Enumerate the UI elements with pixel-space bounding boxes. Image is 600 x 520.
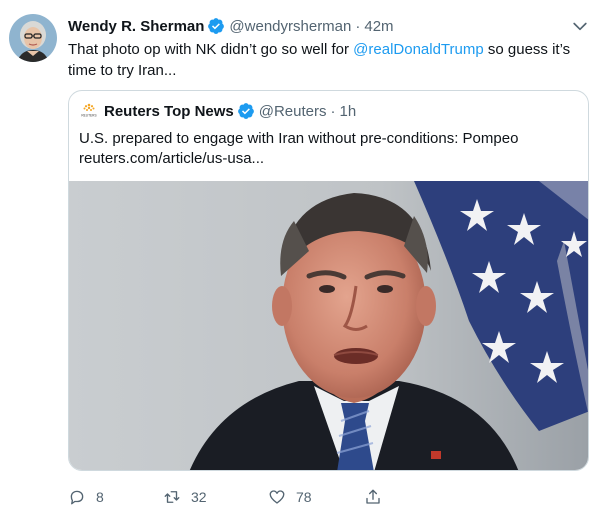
- retweet-button[interactable]: 32: [163, 486, 207, 508]
- retweet-count: 32: [191, 489, 207, 505]
- news-photo[interactable]: [69, 181, 589, 471]
- tweet-header: Wendy R. Sherman @wendyrsherman · 42m: [68, 16, 394, 36]
- quoted-tweet[interactable]: REUTERS Reuters Top News @Reuters · 1h U…: [68, 90, 589, 471]
- quoted-author-handle[interactable]: @Reuters: [259, 103, 327, 120]
- quoted-author-name[interactable]: Reuters Top News: [104, 103, 234, 120]
- logo-text: REUTERS: [81, 114, 96, 118]
- quoted-tweet-header: REUTERS Reuters Top News @Reuters · 1h: [79, 101, 356, 121]
- quoted-tweet-text: U.S. prepared to engage with Iran withou…: [79, 129, 579, 169]
- tweet[interactable]: Wendy R. Sherman @wendyrsherman · 42m Th…: [0, 0, 600, 520]
- reply-button[interactable]: 8: [68, 486, 104, 508]
- reply-icon: [70, 490, 84, 505]
- like-count: 78: [296, 489, 312, 505]
- like-button[interactable]: 78: [268, 486, 312, 508]
- retweet-icon: [164, 491, 180, 503]
- mention-link[interactable]: @realDonaldTrump: [353, 41, 484, 58]
- chevron-down-icon[interactable]: [570, 16, 590, 36]
- author-handle[interactable]: @wendyrsherman: [229, 18, 351, 35]
- tweet-text: That photo op with NK didn’t go so well …: [68, 39, 593, 81]
- verified-badge-icon: [237, 103, 254, 119]
- separator-dot: ·: [330, 102, 336, 120]
- quoted-link[interactable]: reuters.com/article/us-usa...: [79, 149, 579, 169]
- tweet-text-part1: That photo op with NK didn’t go so well …: [68, 41, 354, 58]
- verified-badge-icon: [208, 18, 225, 34]
- action-bar: 8 32 78: [68, 486, 593, 508]
- reply-count: 8: [96, 489, 104, 505]
- quoted-headline: U.S. prepared to engage with Iran withou…: [79, 130, 519, 147]
- heart-icon: [269, 490, 285, 504]
- quoted-tweet-time[interactable]: 1h: [340, 103, 357, 120]
- separator-dot: ·: [355, 17, 361, 35]
- tweet-time[interactable]: 42m: [364, 18, 393, 35]
- share-icon: [366, 489, 380, 504]
- author-name[interactable]: Wendy R. Sherman: [68, 18, 204, 35]
- share-button[interactable]: [364, 486, 392, 508]
- reuters-logo: REUTERS: [79, 101, 99, 121]
- author-avatar[interactable]: [9, 14, 57, 62]
